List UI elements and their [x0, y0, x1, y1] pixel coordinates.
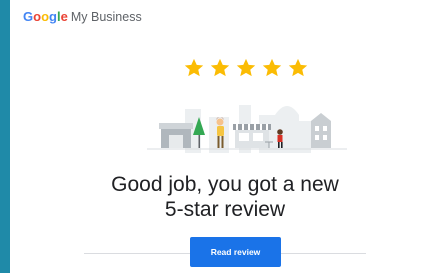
star-icon [236, 58, 256, 77]
star-icon [210, 58, 230, 77]
star-icon [288, 58, 308, 77]
notification-card: Google My Business Good job, you got a n… [10, 0, 440, 273]
google-wordmark: Google [23, 9, 68, 24]
headline-line-2: 5-star review [164, 198, 286, 221]
star-icon [184, 58, 204, 77]
google-letter: g [49, 9, 57, 24]
read-review-button[interactable]: Read review [190, 237, 281, 267]
town-scene-illustration [147, 105, 347, 153]
five-star-rating [183, 57, 309, 79]
star-icon [262, 58, 282, 77]
google-my-business-logo: Google My Business [23, 9, 142, 27]
google-letter: o [33, 9, 42, 24]
google-letter: o [41, 9, 50, 24]
google-letter: e [60, 9, 68, 24]
review-message: Good job, you got a new 5-star review [10, 172, 440, 222]
brand-suffix: My Business [70, 10, 142, 24]
headline-line-1: Good job, you got a new [111, 173, 339, 196]
google-letter: G [23, 9, 34, 24]
